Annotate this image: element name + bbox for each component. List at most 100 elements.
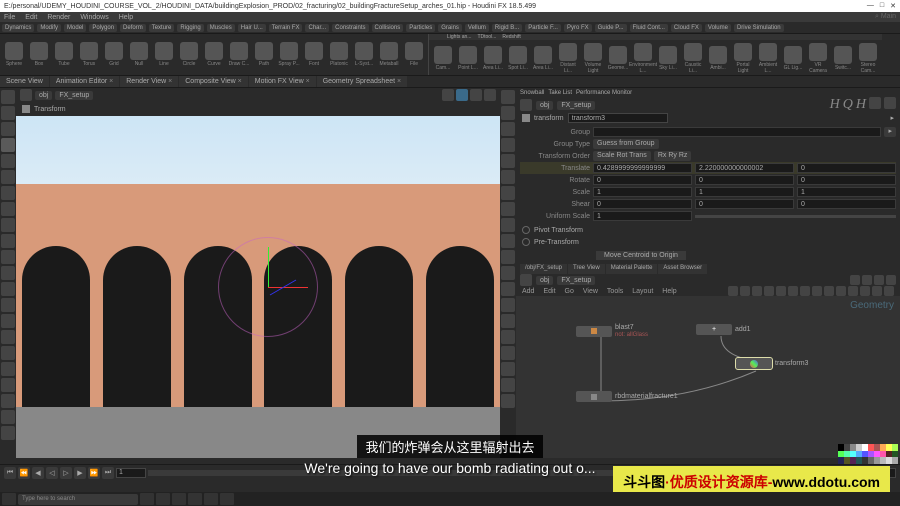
shelf-light-10[interactable]: Caustic Li...	[681, 43, 705, 74]
shelf-light-9[interactable]: Sky Li...	[656, 43, 680, 74]
cube-icon[interactable]	[470, 89, 482, 101]
tool-20[interactable]	[1, 410, 15, 424]
vtool-5[interactable]	[501, 170, 515, 184]
node-name-input[interactable]	[568, 113, 668, 123]
transform-gizmo[interactable]	[218, 237, 318, 337]
shear-x[interactable]	[593, 199, 692, 209]
minimize-button[interactable]: —	[867, 2, 874, 10]
tool-3[interactable]	[1, 138, 15, 152]
menu-render[interactable]: Render	[47, 14, 70, 21]
tool-14[interactable]	[1, 314, 15, 328]
node-rbd[interactable]: rbdmaterialfracture1	[576, 391, 678, 402]
breadcrumb-obj[interactable]: obj	[536, 276, 553, 285]
tool-11[interactable]	[1, 266, 15, 280]
ntool-icon-0[interactable]	[728, 286, 738, 296]
tool-12[interactable]	[1, 282, 15, 296]
shelf-circle[interactable]: Circle	[177, 36, 201, 73]
shelf-null[interactable]: Null	[127, 36, 151, 73]
help-icon[interactable]	[884, 97, 896, 109]
ntab-path[interactable]: /obj/FX_setup	[520, 264, 567, 274]
cat-dynamics[interactable]: Dynamics	[2, 24, 34, 32]
vtool-9[interactable]	[501, 234, 515, 248]
shelf-light-5[interactable]: Distant Li...	[556, 43, 580, 74]
cat-model[interactable]: Model	[64, 24, 86, 32]
tool-21[interactable]	[1, 426, 15, 440]
shelf-light-1[interactable]: Point L...	[456, 43, 480, 74]
shelf-sphere[interactable]: Sphere	[2, 36, 26, 73]
houdini-h2-icon[interactable]: H	[856, 97, 866, 113]
tool-19[interactable]	[1, 394, 15, 408]
breadcrumb-fx[interactable]: FX_setup	[557, 101, 595, 110]
uniform-scale-input[interactable]	[593, 211, 692, 221]
xform-order-select[interactable]: Scale Rot Trans	[593, 151, 651, 161]
tab-motion-fx[interactable]: Motion FX View	[249, 76, 316, 87]
taskbar-app[interactable]	[140, 493, 154, 505]
houdini-q-icon[interactable]: Q	[843, 97, 853, 113]
cat-particles[interactable]: Particles	[406, 24, 435, 32]
timeline-next-key[interactable]: ⏩	[88, 467, 100, 479]
timeline-next[interactable]: ▶	[74, 467, 86, 479]
vtool-4[interactable]	[501, 154, 515, 168]
tool-5[interactable]	[1, 170, 15, 184]
nmenu-help[interactable]: Help	[662, 288, 676, 295]
tool-1[interactable]	[1, 106, 15, 120]
gear-icon[interactable]	[869, 97, 881, 109]
shelf-light-17[interactable]: Stereo Cam...	[856, 43, 880, 74]
rot-order-select[interactable]: Rx Ry Rz	[654, 151, 692, 161]
cat-terrain[interactable]: Terrain FX	[269, 24, 303, 32]
start-button[interactable]	[2, 493, 16, 505]
scale-x[interactable]	[593, 187, 692, 197]
nmenu-add[interactable]: Add	[522, 288, 534, 295]
vtool-16[interactable]	[501, 346, 515, 360]
shelf-grid[interactable]: Grid	[102, 36, 126, 73]
shelf-l-syst...[interactable]: L-Syst...	[352, 36, 376, 73]
tool-9[interactable]	[1, 234, 15, 248]
shelf-light-8[interactable]: Environment L...	[631, 43, 655, 74]
rotate-x[interactable]	[593, 175, 692, 185]
shelf-platonic[interactable]: Platonic	[327, 36, 351, 73]
translate-x[interactable]	[593, 163, 692, 173]
timeline-play-rev[interactable]: ◁	[46, 467, 58, 479]
vtool-6[interactable]	[501, 186, 515, 200]
shelf-light-14[interactable]: GL Lig...	[781, 43, 805, 74]
tool-10[interactable]	[1, 250, 15, 264]
nmenu-view[interactable]: View	[583, 288, 598, 295]
vtool-2[interactable]	[501, 122, 515, 136]
ntool-icon-8[interactable]	[824, 286, 834, 296]
pivot-transform-toggle[interactable]	[522, 226, 530, 234]
taskbar-app[interactable]	[220, 493, 234, 505]
ntool-icon-2[interactable]	[752, 286, 762, 296]
shelf-light-7[interactable]: Geome...	[606, 43, 630, 74]
cat-polygon[interactable]: Polygon	[89, 24, 117, 32]
ntab-asset[interactable]: Asset Browser	[658, 264, 707, 274]
ntab-material[interactable]: Material Palette	[606, 264, 658, 274]
timeline-prev[interactable]: ◀	[32, 467, 44, 479]
shelf-spray p...[interactable]: Spray P...	[277, 36, 301, 73]
vtool-12[interactable]	[501, 282, 515, 296]
node-transform[interactable]: transform3	[736, 358, 808, 369]
shear-z[interactable]	[797, 199, 896, 209]
nmenu-layout[interactable]: Layout	[632, 288, 653, 295]
menu-windows[interactable]: Windows	[80, 14, 108, 21]
group-picker[interactable]: ▸	[884, 127, 896, 137]
pin-icon[interactable]	[520, 274, 532, 286]
pin-icon[interactable]	[520, 99, 532, 111]
ntool-icon-4[interactable]	[776, 286, 786, 296]
vtool-7[interactable]	[501, 202, 515, 216]
tool-0[interactable]	[1, 90, 15, 104]
viewport[interactable]: Persp cameraProperties	[16, 116, 500, 458]
shelf-light-12[interactable]: Portal Light	[731, 43, 755, 74]
scale-z[interactable]	[797, 187, 896, 197]
tool-15[interactable]	[1, 330, 15, 344]
taskbar-app[interactable]	[204, 493, 218, 505]
translate-z[interactable]	[797, 163, 896, 173]
vtool-1[interactable]	[501, 106, 515, 120]
ntool-icon-3[interactable]	[764, 286, 774, 296]
nmenu-go[interactable]: Go	[565, 288, 574, 295]
vtool-18[interactable]	[501, 378, 515, 392]
cat-deform[interactable]: Deform	[120, 24, 146, 32]
shelf-light-16[interactable]: Switc...	[831, 43, 855, 74]
group-input[interactable]	[593, 127, 881, 137]
pin-icon[interactable]	[20, 89, 32, 101]
rtab-snowball[interactable]: Snowball	[520, 90, 544, 96]
